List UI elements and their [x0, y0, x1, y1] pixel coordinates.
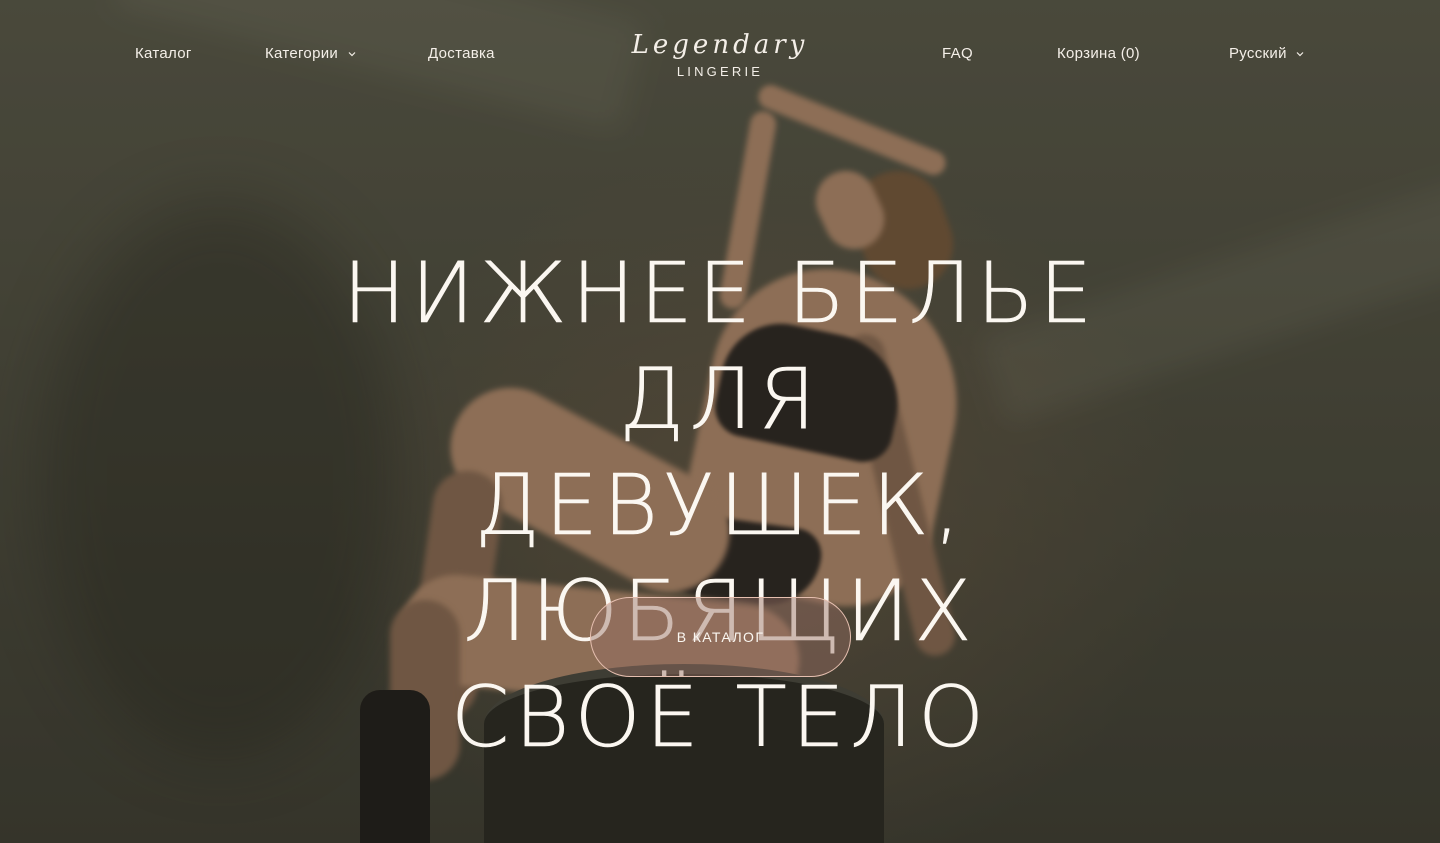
catalog-cta-button[interactable]: В КАТАЛОГ	[590, 597, 851, 677]
nav-link-faq[interactable]: FAQ	[942, 45, 973, 62]
chevron-down-icon	[1296, 52, 1304, 57]
chevron-down-icon	[348, 52, 355, 57]
nav-link-delivery[interactable]: Доставка	[428, 45, 495, 62]
language-selector[interactable]: Русский	[1229, 45, 1304, 62]
language-label: Русский	[1229, 45, 1287, 62]
headline-line: своё тело	[450, 668, 990, 767]
nav-link-categories[interactable]: Категории	[265, 45, 356, 62]
logo-subtitle: LINGERIE	[676, 64, 764, 79]
nav-categories-label: Категории	[265, 45, 339, 62]
brand-logo[interactable]: Legendary LINGERIE	[619, 30, 821, 84]
nav-link-catalog[interactable]: Каталог	[135, 45, 192, 62]
main-navigation: Каталог Категории Доставка Legendary LIN…	[0, 0, 1440, 110]
headline-line: Нижнее белье для	[342, 244, 1098, 449]
nav-link-cart[interactable]: Корзина (0)	[1057, 45, 1140, 62]
cta-label: В КАТАЛОГ	[676, 629, 765, 645]
hero-headline: Нижнее белье для девушек, любящих своё т…	[240, 240, 1200, 770]
logo-script-text: Legendary	[631, 30, 809, 60]
